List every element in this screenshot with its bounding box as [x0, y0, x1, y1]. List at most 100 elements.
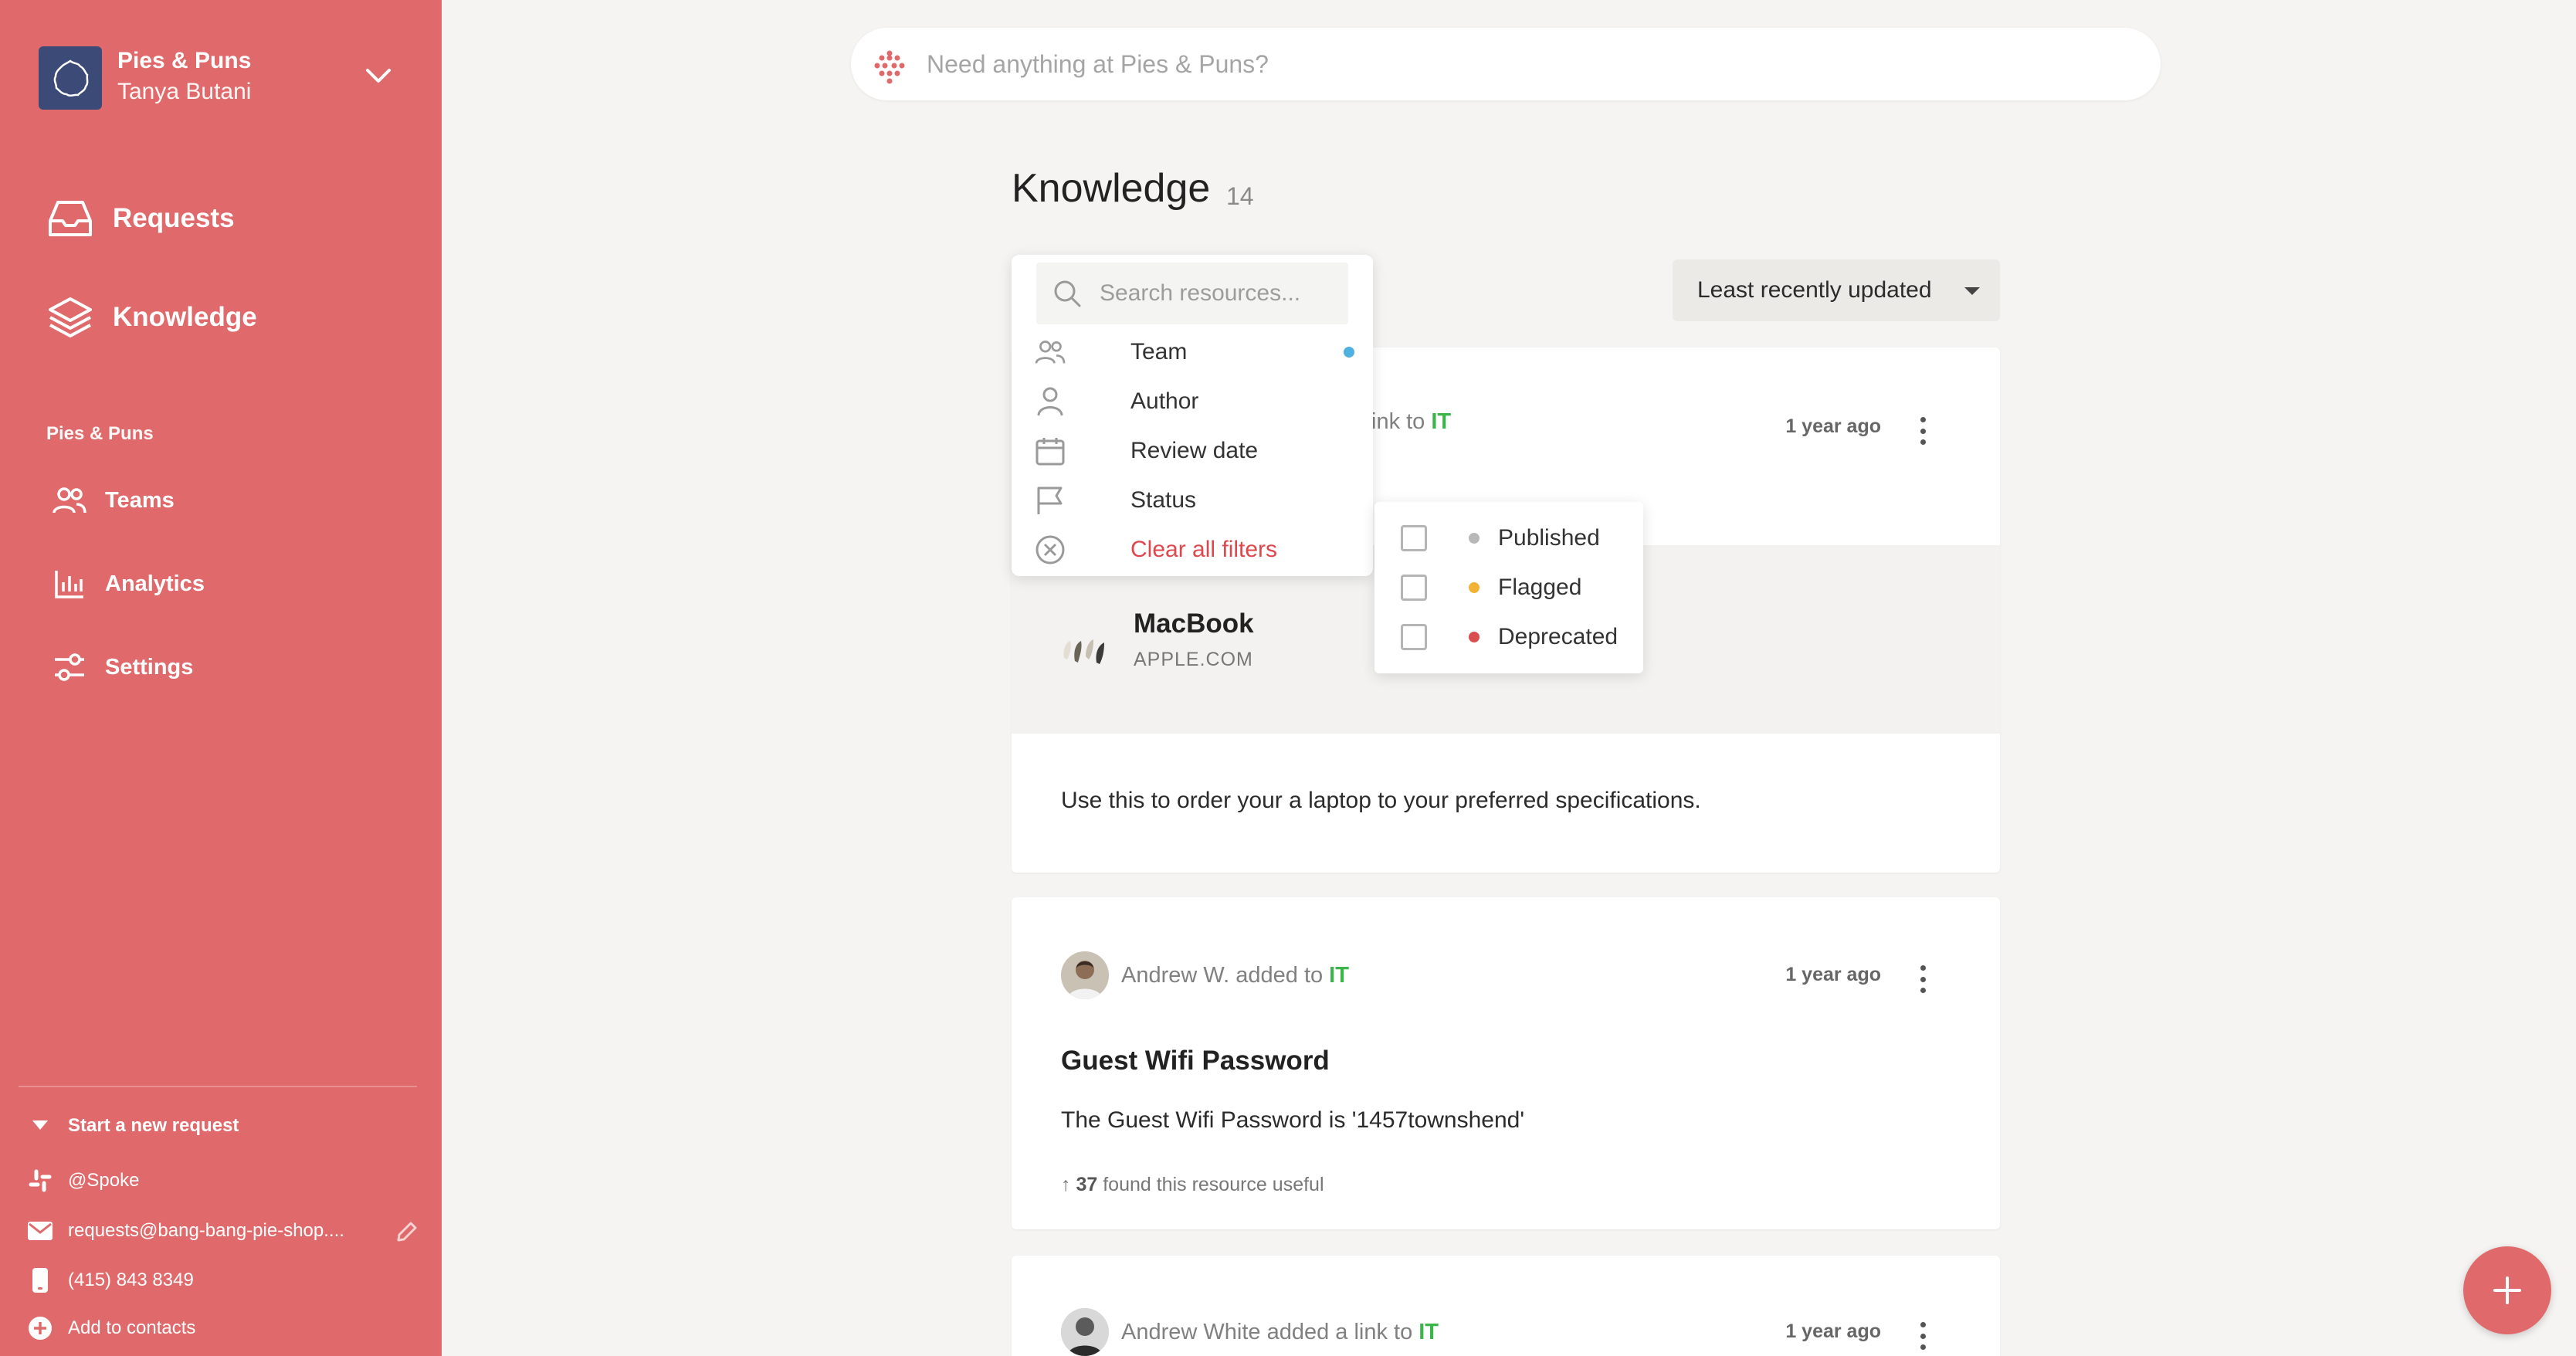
page-title: Knowledge [1012, 166, 1211, 211]
resource-card[interactable]: Andrew W. added to IT 1 year ago Guest W… [1012, 897, 2000, 1229]
link-domain: APPLE.COM [1134, 649, 1253, 670]
active-filter-indicator [1344, 347, 1354, 358]
email-contact[interactable]: requests@bang-bang-pie-shop.... [25, 1214, 419, 1248]
status-option-label: Published [1498, 525, 1600, 551]
phone-contact[interactable]: (415) 843 8349 [25, 1263, 194, 1297]
card-timestamp: 1 year ago [1785, 1320, 1881, 1342]
more-options-icon[interactable] [1915, 1319, 1930, 1353]
sidebar-item-teams[interactable]: Teams [49, 477, 175, 524]
card-title[interactable]: Guest Wifi Password [1061, 1046, 1330, 1076]
resource-card[interactable]: Andrew White added a link to IT 1 year a… [1012, 1256, 2000, 1356]
slack-handle: @Spoke [68, 1170, 140, 1191]
sidebar-item-settings[interactable]: Settings [49, 644, 193, 690]
start-new-request-toggle[interactable]: Start a new request [25, 1109, 239, 1143]
person-icon [1032, 383, 1069, 420]
status-option-label: Deprecated [1498, 624, 1618, 649]
slack-icon [25, 1165, 56, 1196]
avatar [1061, 951, 1109, 999]
people-icon [49, 480, 90, 520]
workspace-user-name: Tanya Butani [117, 79, 252, 104]
team-link[interactable]: IT [1431, 409, 1451, 435]
workspace-logo-icon [39, 46, 102, 110]
resource-count: 14 [1226, 182, 1254, 210]
nav-item-knowledge[interactable]: Knowledge [46, 290, 257, 344]
filter-review-date[interactable]: Review date [1032, 428, 1356, 474]
sidebar-item-analytics[interactable]: Analytics [49, 561, 205, 607]
team-link[interactable]: IT [1418, 1320, 1439, 1345]
more-options-icon[interactable] [1915, 414, 1930, 448]
card-description: Use this to order your a laptop to your … [1061, 788, 1701, 813]
filter-status[interactable]: Status [1032, 477, 1356, 524]
card-meta: ink to IT [1371, 409, 1451, 435]
search-icon [1054, 280, 1081, 307]
slack-contact[interactable]: @Spoke [25, 1164, 139, 1198]
bar-chart-icon [49, 564, 90, 604]
global-search-input[interactable] [927, 28, 2131, 100]
status-submenu: Published Flagged Deprecated [1374, 502, 1643, 673]
sidebar-item-label: Analytics [105, 571, 205, 596]
nav-item-label: Knowledge [113, 302, 257, 332]
card-author: Andrew W. added to [1121, 962, 1324, 988]
global-search-bar[interactable] [851, 28, 2161, 100]
plus-icon [2493, 1276, 2521, 1304]
checkbox[interactable] [1401, 575, 1427, 601]
filter-popover: Team Author Review date Status Clear all… [1012, 255, 1373, 576]
status-option-flagged[interactable]: Flagged [1401, 568, 1632, 607]
card-meta-text: ink to [1371, 409, 1425, 434]
sliders-icon [49, 647, 90, 687]
section-label: Pies & Puns [46, 423, 154, 444]
card-timestamp: 1 year ago [1785, 415, 1881, 437]
sort-dropdown[interactable]: Least recently updated [1673, 259, 2000, 321]
start-new-request-label: Start a new request [68, 1115, 239, 1136]
sidebar-divider [19, 1086, 417, 1087]
nav-item-label: Requests [113, 203, 235, 233]
status-option-published[interactable]: Published [1401, 519, 1632, 558]
workspace-switcher[interactable]: Pies & Puns Tanya Butani [39, 45, 402, 110]
chevron-down-icon[interactable] [363, 60, 394, 91]
resource-search[interactable] [1036, 263, 1348, 324]
card-meta: Andrew W. added to IT [1061, 951, 1349, 999]
add-to-contacts-label: Add to contacts [68, 1317, 196, 1338]
link-title: MacBook [1134, 609, 1254, 639]
macbook-thumbnail-icon [1063, 639, 1104, 664]
sidebar: Pies & Puns Tanya Butani Requests Knowle… [0, 0, 442, 1356]
status-option-deprecated[interactable]: Deprecated [1401, 618, 1632, 656]
status-dot [1469, 632, 1480, 642]
calendar-icon [1032, 432, 1069, 470]
useful-count[interactable]: ↑ 37 found this resource useful [1061, 1174, 1324, 1196]
card-timestamp: 1 year ago [1785, 964, 1881, 985]
caret-down-icon [25, 1110, 56, 1141]
inbox-icon [46, 195, 94, 242]
people-icon [1032, 334, 1069, 371]
card-author: Andrew White added a link to [1121, 1319, 1413, 1344]
card-meta: Andrew White added a link to IT [1061, 1308, 1439, 1356]
checkbox[interactable] [1401, 525, 1427, 551]
filter-label: Author [1130, 388, 1199, 414]
checkbox[interactable] [1401, 624, 1427, 650]
filter-team[interactable]: Team [1032, 329, 1356, 375]
useful-text: found this resource useful [1103, 1174, 1324, 1195]
filter-author[interactable]: Author [1032, 378, 1356, 425]
edit-pencil-icon[interactable] [395, 1220, 419, 1243]
workspace-name: Pies & Puns [117, 48, 252, 73]
phone-number: (415) 843 8349 [68, 1270, 194, 1290]
team-link[interactable]: IT [1329, 963, 1349, 988]
filter-label: Status [1130, 487, 1197, 513]
new-resource-fab-button[interactable] [2463, 1246, 2551, 1334]
filter-label: Team [1130, 339, 1188, 364]
sidebar-item-label: Teams [105, 487, 175, 513]
add-to-contacts-button[interactable]: Add to contacts [25, 1311, 195, 1345]
layers-icon [46, 293, 94, 341]
sort-selected-value: Least recently updated [1697, 277, 1932, 303]
filter-label: Review date [1130, 438, 1259, 463]
more-options-icon[interactable] [1915, 962, 1930, 996]
resource-search-input[interactable] [1100, 263, 1339, 324]
flag-icon [1032, 482, 1069, 519]
phone-icon [25, 1265, 56, 1296]
mail-icon [25, 1215, 56, 1246]
avatar [1061, 1308, 1109, 1356]
clear-all-filters-button[interactable]: Clear all filters [1032, 527, 1356, 573]
sidebar-item-label: Settings [105, 654, 194, 680]
caret-down-icon [1964, 287, 1980, 295]
nav-item-requests[interactable]: Requests [46, 192, 235, 246]
